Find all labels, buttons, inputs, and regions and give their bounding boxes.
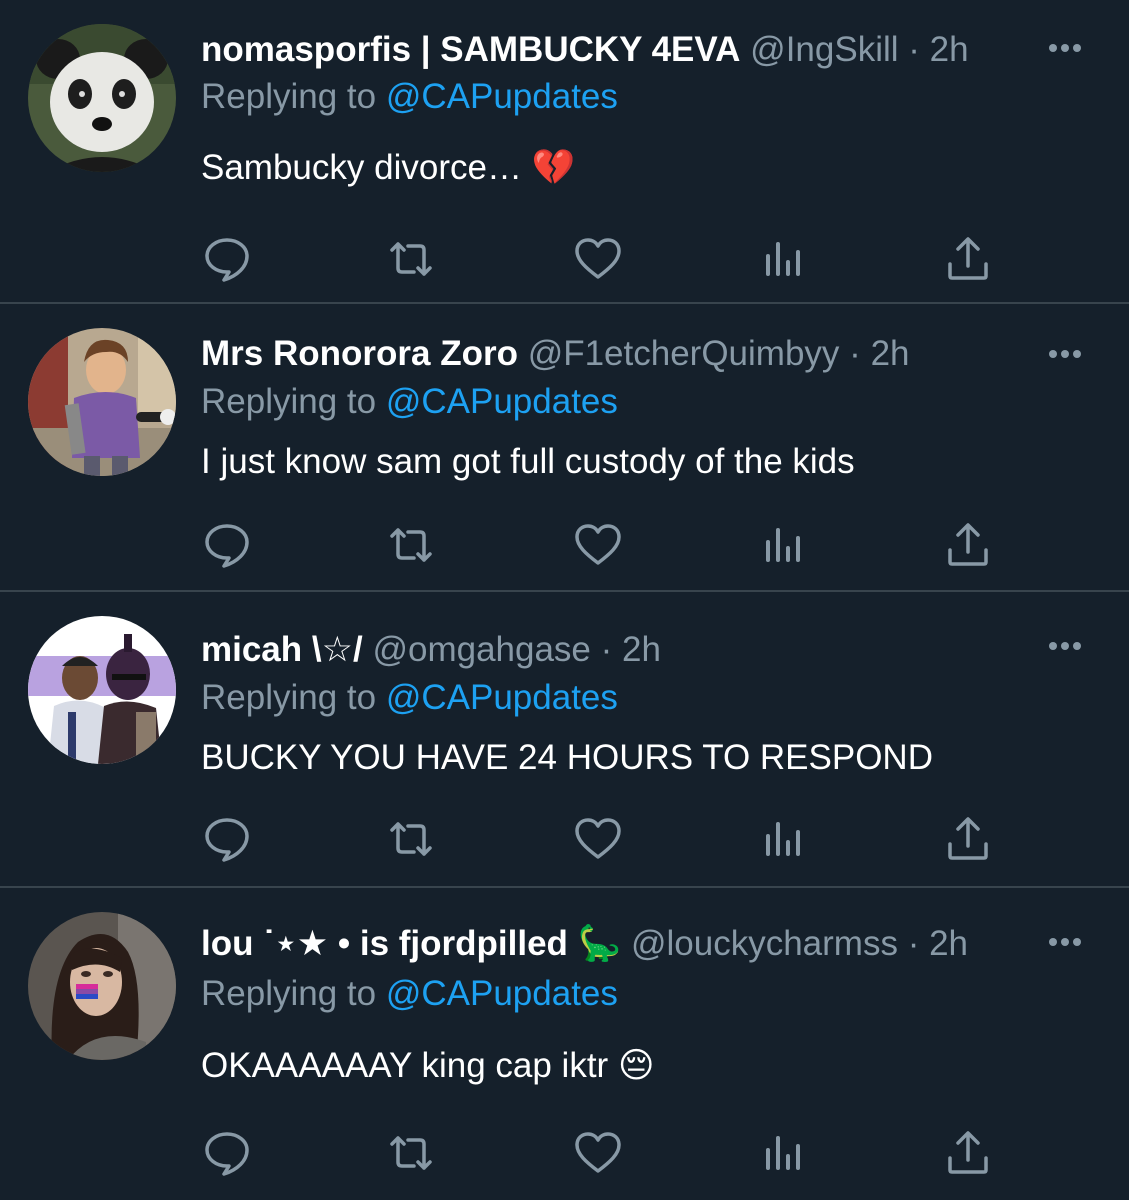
handle[interactable]: @F1etcherQuimbyy bbox=[528, 334, 840, 373]
tweet-text-content: BUCKY YOU HAVE 24 HOURS TO RESPOND bbox=[201, 738, 933, 777]
replying-label: Replying to bbox=[201, 974, 377, 1013]
reply-icon[interactable] bbox=[202, 814, 252, 864]
pensive-face-emoji: 😔 bbox=[617, 1046, 655, 1085]
tweet-text: OKAAAAAAY king cap iktr 😔 bbox=[201, 1044, 654, 1088]
avatar[interactable] bbox=[28, 328, 176, 476]
timestamp[interactable]: 2h bbox=[871, 334, 910, 373]
analytics-icon[interactable] bbox=[758, 520, 808, 570]
more-options-icon[interactable] bbox=[1045, 344, 1085, 364]
tweet-text-content: OKAAAAAAY king cap iktr bbox=[201, 1046, 609, 1085]
more-options-icon[interactable] bbox=[1045, 932, 1085, 952]
timestamp[interactable]: 2h bbox=[622, 630, 661, 669]
like-icon[interactable] bbox=[573, 234, 623, 284]
more-options-icon[interactable] bbox=[1045, 38, 1085, 58]
dinosaur-emoji: 🦕 bbox=[577, 924, 622, 963]
name-decoration: \☆/ bbox=[311, 630, 363, 669]
tweet-header: micah \☆/ @omgahgase · 2h bbox=[201, 628, 1034, 672]
action-bar bbox=[0, 1128, 1129, 1178]
action-bar bbox=[0, 814, 1129, 864]
action-bar bbox=[0, 234, 1129, 284]
mention-link[interactable]: @CAPupdates bbox=[386, 382, 618, 421]
panda-avatar-icon bbox=[28, 24, 176, 172]
like-icon[interactable] bbox=[573, 520, 623, 570]
replying-to: Replying to @CAPupdates bbox=[201, 972, 618, 1016]
like-icon[interactable] bbox=[573, 814, 623, 864]
illustrated-heroes-avatar-icon bbox=[28, 616, 176, 764]
handle[interactable]: @louckycharmss bbox=[631, 924, 898, 963]
mention-link[interactable]: @CAPupdates bbox=[386, 678, 618, 717]
retweet-icon[interactable] bbox=[386, 814, 436, 864]
retweet-icon[interactable] bbox=[386, 234, 436, 284]
separator: · bbox=[600, 630, 613, 669]
mention-link[interactable]: @CAPupdates bbox=[386, 974, 618, 1013]
share-icon[interactable] bbox=[943, 520, 993, 570]
mention-link[interactable]: @CAPupdates bbox=[386, 77, 618, 116]
share-icon[interactable] bbox=[943, 234, 993, 284]
tweet-3[interactable]: micah \☆/ @omgahgase · 2h Replying to @C… bbox=[0, 592, 1129, 888]
retweet-icon[interactable] bbox=[386, 520, 436, 570]
replying-label: Replying to bbox=[201, 678, 377, 717]
reply-icon[interactable] bbox=[202, 520, 252, 570]
replying-to: Replying to @CAPupdates bbox=[201, 75, 618, 119]
timestamp[interactable]: 2h bbox=[929, 924, 968, 963]
tweet-text-content: Sambucky divorce… bbox=[201, 148, 522, 187]
display-name[interactable]: micah bbox=[201, 630, 302, 669]
more-options-icon[interactable] bbox=[1045, 636, 1085, 656]
tweet-text-content: I just know sam got full custody of the … bbox=[201, 442, 855, 481]
share-icon[interactable] bbox=[943, 1128, 993, 1178]
replying-label: Replying to bbox=[201, 382, 377, 421]
separator: · bbox=[907, 924, 920, 963]
boy-purple-shirt-avatar-icon bbox=[28, 328, 176, 476]
tweet-header: nomasporfis | SAMBUCKY 4EVA @IngSkill · … bbox=[201, 28, 1034, 72]
display-name[interactable]: Mrs Ronorora Zoro bbox=[201, 334, 518, 373]
timestamp[interactable]: 2h bbox=[930, 30, 969, 69]
tweet-4[interactable]: lou ˙⋆★ • is fjordpilled 🦕 @louckycharms… bbox=[0, 888, 1129, 1200]
tweet-text: Sambucky divorce… 💔 bbox=[201, 146, 575, 190]
handle[interactable]: @IngSkill bbox=[750, 30, 898, 69]
action-bar bbox=[0, 520, 1129, 570]
separator: · bbox=[908, 30, 920, 69]
analytics-icon[interactable] bbox=[758, 814, 808, 864]
analytics-icon[interactable] bbox=[758, 234, 808, 284]
separator: · bbox=[849, 334, 861, 373]
analytics-icon[interactable] bbox=[758, 1128, 808, 1178]
tweet-text: I just know sam got full custody of the … bbox=[201, 440, 855, 484]
tweet-2[interactable]: Mrs Ronorora Zoro @F1etcherQuimbyy · 2h … bbox=[0, 304, 1129, 592]
replying-to: Replying to @CAPupdates bbox=[201, 676, 618, 720]
replying-to: Replying to @CAPupdates bbox=[201, 380, 618, 424]
retweet-icon[interactable] bbox=[386, 1128, 436, 1178]
avatar[interactable] bbox=[28, 24, 176, 172]
display-name[interactable]: lou ˙⋆★ • is fjordpilled bbox=[201, 924, 568, 963]
handle[interactable]: @omgahgase bbox=[372, 630, 590, 669]
tweet-header: Mrs Ronorora Zoro @F1etcherQuimbyy · 2h bbox=[201, 332, 1034, 376]
display-name[interactable]: nomasporfis | SAMBUCKY 4EVA bbox=[201, 30, 740, 69]
tweet-1[interactable]: nomasporfis | SAMBUCKY 4EVA @IngSkill · … bbox=[0, 0, 1129, 304]
replying-label: Replying to bbox=[201, 77, 377, 116]
tweet-header: lou ˙⋆★ • is fjordpilled 🦕 @louckycharms… bbox=[201, 922, 1034, 966]
reply-icon[interactable] bbox=[202, 1128, 252, 1178]
like-icon[interactable] bbox=[573, 1128, 623, 1178]
woman-with-flag-paint-avatar-icon bbox=[28, 912, 176, 1060]
broken-heart-emoji: 💔 bbox=[531, 148, 576, 187]
tweet-text: BUCKY YOU HAVE 24 HOURS TO RESPOND bbox=[201, 736, 933, 780]
avatar[interactable] bbox=[28, 912, 176, 1060]
avatar[interactable] bbox=[28, 616, 176, 764]
reply-icon[interactable] bbox=[202, 234, 252, 284]
share-icon[interactable] bbox=[943, 814, 993, 864]
